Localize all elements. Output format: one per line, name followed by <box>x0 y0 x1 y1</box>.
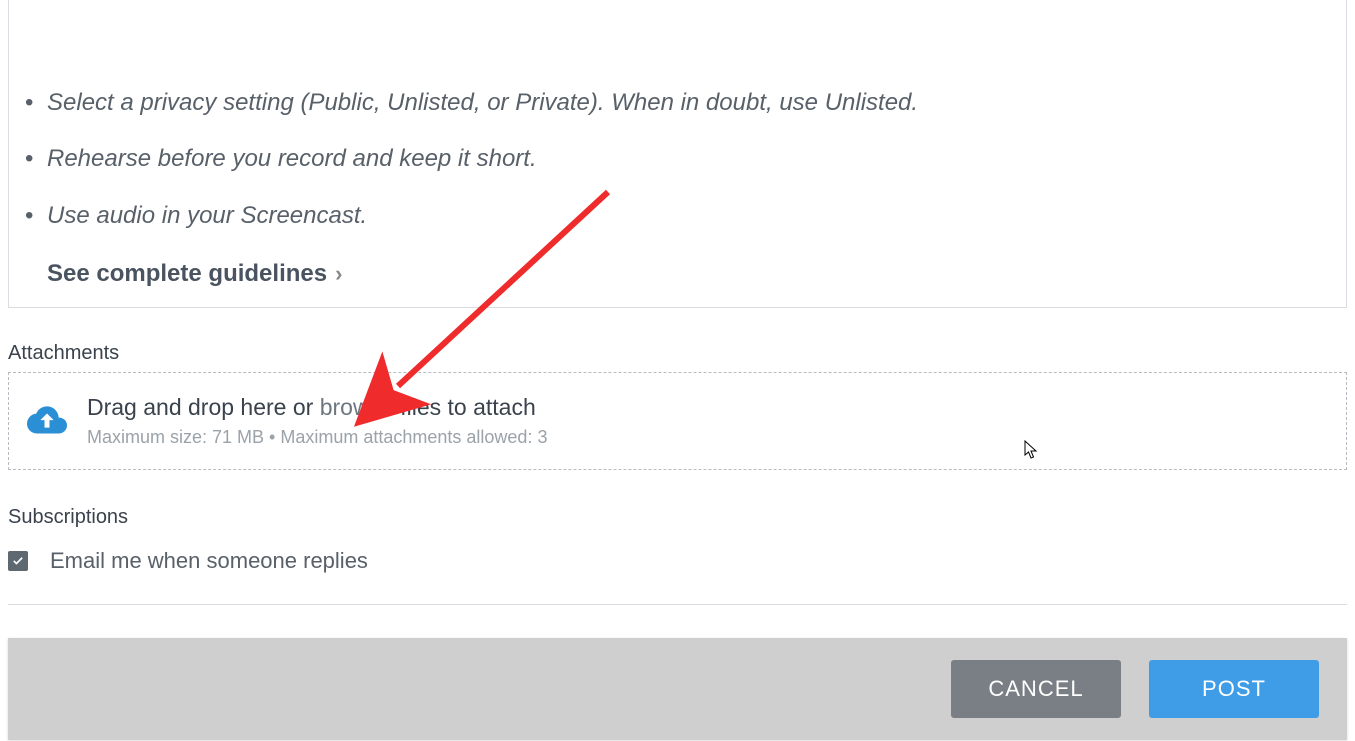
see-guidelines-label: See complete guidelines <box>47 260 327 288</box>
instruction-list: Select a privacy setting (Public, Unlist… <box>47 87 1308 232</box>
dropzone-text: Drag and drop here or browse files to at… <box>87 394 547 448</box>
attachments-heading: Attachments <box>8 342 119 365</box>
dropzone-prefix: Drag and drop here or <box>87 394 320 420</box>
instruction-item: Use audio in your Screencast. <box>47 200 1308 232</box>
post-button[interactable]: POST <box>1149 660 1319 718</box>
see-guidelines-link[interactable]: See complete guidelines › <box>47 260 342 288</box>
email-reply-subscription[interactable]: Email me when someone replies <box>8 548 368 574</box>
dropzone-limits: Maximum size: 71 MB • Maximum attachment… <box>87 427 547 448</box>
instruction-item: Select a privacy setting (Public, Unlist… <box>47 87 1308 119</box>
cancel-button[interactable]: CANCEL <box>951 660 1121 718</box>
attachments-dropzone[interactable]: Drag and drop here or browse files to at… <box>8 372 1347 470</box>
cloud-upload-icon <box>27 404 67 438</box>
dropzone-suffix: files to attach <box>394 394 536 420</box>
chevron-right-icon: › <box>335 261 342 287</box>
footer-action-bar: CANCEL POST <box>8 638 1347 740</box>
instruction-item: Rehearse before you record and keep it s… <box>47 143 1308 175</box>
instructions-panel: Select a privacy setting (Public, Unlist… <box>8 0 1347 308</box>
browse-link[interactable]: browse <box>320 394 394 420</box>
subscription-label: Email me when someone replies <box>50 548 368 574</box>
divider <box>8 604 1347 605</box>
checkbox-checked-icon[interactable] <box>8 551 28 571</box>
subscriptions-heading: Subscriptions <box>8 506 128 529</box>
